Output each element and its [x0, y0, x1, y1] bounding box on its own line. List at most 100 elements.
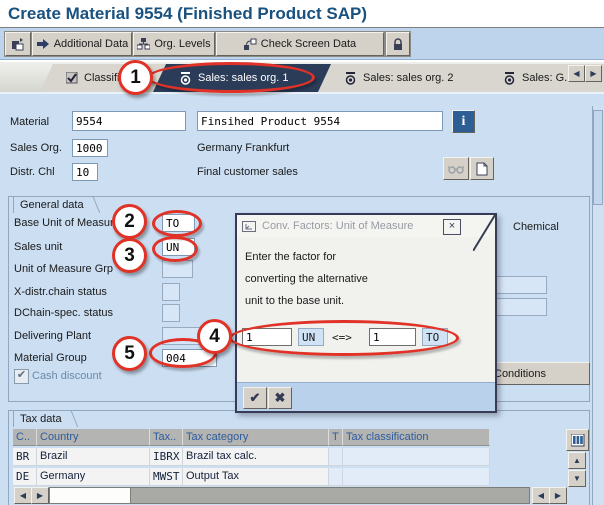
cash-discount-label: Cash discount	[32, 370, 102, 382]
additional-data-button[interactable]: Additional Data	[32, 32, 132, 56]
xdistr-status-field[interactable]	[162, 283, 180, 301]
info-icon: i	[462, 114, 466, 130]
cell-t	[329, 468, 343, 486]
copy-material-button[interactable]	[5, 32, 31, 56]
dialog-close-button[interactable]: ×	[443, 219, 461, 235]
close-icon: ×	[449, 220, 455, 232]
lock-button[interactable]	[386, 32, 410, 56]
callout-number: 1	[130, 67, 141, 89]
callout-number: 5	[124, 343, 135, 365]
cell-t	[329, 448, 343, 466]
check-screen-data-button[interactable]: Check Screen Data	[216, 32, 384, 56]
hscroll-step-button[interactable]: ▶	[31, 487, 49, 504]
annotation-ellipse-conversion-row	[229, 320, 459, 356]
org-levels-button[interactable]: Org. Levels	[133, 32, 215, 56]
uom-group-label: Unit of Measure Grp	[14, 263, 113, 275]
annotation-ellipse-sales-unit	[152, 236, 198, 262]
additional-data-label: Additional Data	[54, 38, 129, 50]
scroll-up-icon: ▲	[573, 456, 581, 465]
cell-tax-code: MWST	[150, 468, 183, 486]
dialog-title: Conv. Factors: Unit of Measure	[262, 220, 413, 232]
cell-tax-classification	[343, 448, 490, 466]
scroll-down-icon: ▼	[573, 474, 581, 483]
classification-tab-icon	[66, 72, 78, 84]
tax-table-header: C.. Country Tax.. Tax category T Tax cla…	[13, 429, 490, 446]
callout-number: 3	[124, 245, 135, 267]
delivering-plant-label: Delivering Plant	[14, 330, 91, 342]
cash-discount-checkbox[interactable]: ✔	[14, 369, 29, 384]
ok-check-icon: ✔	[250, 390, 261, 406]
cancel-x-icon: ✖	[275, 390, 286, 406]
display-button[interactable]	[443, 157, 469, 180]
dialog-ok-button[interactable]: ✔	[243, 387, 267, 409]
tax-data-section-label: Tax data	[13, 410, 69, 427]
tab-scroll-left-button[interactable]: ◀	[568, 65, 585, 82]
general-data-section-label: General data	[13, 196, 91, 213]
sales-unit-label: Sales unit	[14, 241, 62, 253]
arrow-right-icon	[36, 38, 50, 50]
cell-tax-classification	[343, 468, 490, 486]
distr-chl-input[interactable]	[72, 163, 98, 181]
hscroll-stepback-button[interactable]: ◀	[532, 487, 550, 504]
dialog-button-strip: ✔ ✖	[237, 382, 495, 411]
annotation-callout-4: 4	[197, 319, 232, 354]
dchain-status-field[interactable]	[162, 304, 180, 322]
sales-org-label: Sales Org.	[10, 142, 62, 154]
tab-scroll-right-button[interactable]: ▶	[585, 65, 602, 82]
dialog-icon	[242, 221, 256, 232]
hscroll-right-button[interactable]: ▶	[549, 487, 567, 504]
annotation-callout-5: 5	[112, 336, 147, 371]
sales-org-description: Germany Frankfurt	[197, 142, 289, 154]
tax-table-row[interactable]: BR Brazil IBRX Brazil tax calc.	[13, 448, 490, 466]
tax-table-row[interactable]: DE Germany MWST Output Tax	[13, 468, 490, 486]
sap-window: Create Material 9554 (Finished Product S…	[0, 0, 604, 505]
new-page-button[interactable]	[470, 157, 494, 180]
xdistr-status-label: X-distr.chain status	[14, 286, 107, 298]
hscroll-left-button[interactable]: ◀	[14, 487, 32, 504]
cell-country-key: DE	[13, 468, 37, 486]
material-description-input[interactable]	[197, 111, 443, 131]
dialog-cancel-button[interactable]: ✖	[268, 387, 292, 409]
table-scroll-up-button[interactable]: ▲	[568, 452, 586, 469]
cell-country: Brazil	[37, 448, 150, 466]
dialog-message-line: unit to the base unit.	[245, 295, 344, 307]
annotation-ellipse-tab	[147, 62, 315, 93]
tab-sales-org-2-label: Sales: sales org. 2	[363, 72, 454, 84]
conditions-button-label: Conditions	[494, 368, 546, 380]
table-settings-button[interactable]	[566, 429, 589, 451]
annotation-callout-2: 2	[112, 204, 147, 239]
cell-tax-code: IBRX	[150, 448, 183, 466]
dialog-message-line: converting the alternative	[245, 273, 368, 285]
lock-icon	[392, 38, 404, 51]
cell-country-key: BR	[13, 448, 37, 466]
callout-number: 2	[124, 211, 135, 233]
scroll-left-icon: ◀	[573, 69, 579, 78]
sales-tab-icon	[503, 72, 516, 85]
new-page-icon	[476, 162, 488, 176]
material-input[interactable]	[72, 111, 186, 131]
conv-factors-dialog: Conv. Factors: Unit of Measure × Enter t…	[235, 213, 497, 413]
annotation-callout-3: 3	[112, 238, 147, 273]
col-header-c[interactable]: C..	[13, 429, 37, 446]
col-header-country[interactable]: Country	[37, 429, 150, 446]
table-settings-icon	[571, 434, 585, 447]
cell-tax-category: Brazil tax calc.	[183, 448, 329, 466]
tab-sales-general-label: Sales: G...	[522, 72, 573, 84]
org-levels-icon	[137, 38, 150, 50]
checkmark-icon: ✔	[17, 369, 26, 381]
col-header-tax-classification[interactable]: Tax classification	[343, 429, 490, 446]
sales-org-input[interactable]	[72, 139, 108, 157]
col-header-tax-category[interactable]: Tax category	[183, 429, 329, 446]
col-header-t[interactable]: T	[329, 429, 343, 446]
col-header-tax[interactable]: Tax..	[150, 429, 183, 446]
annotation-ellipse-base-unit	[152, 210, 202, 237]
scroll-left-icon: ◀	[20, 491, 26, 500]
table-scroll-down-button[interactable]: ▼	[568, 470, 586, 487]
hscroll-thumb[interactable]	[49, 487, 131, 504]
division-text: Chemical	[513, 221, 559, 233]
vertical-scrollbar-thumb[interactable]	[593, 110, 603, 205]
uom-group-field[interactable]	[162, 260, 193, 278]
info-button[interactable]: i	[452, 110, 475, 133]
sales-tab-icon	[344, 72, 357, 85]
application-toolbar: Additional Data Org. Levels Check Screen…	[0, 28, 604, 60]
